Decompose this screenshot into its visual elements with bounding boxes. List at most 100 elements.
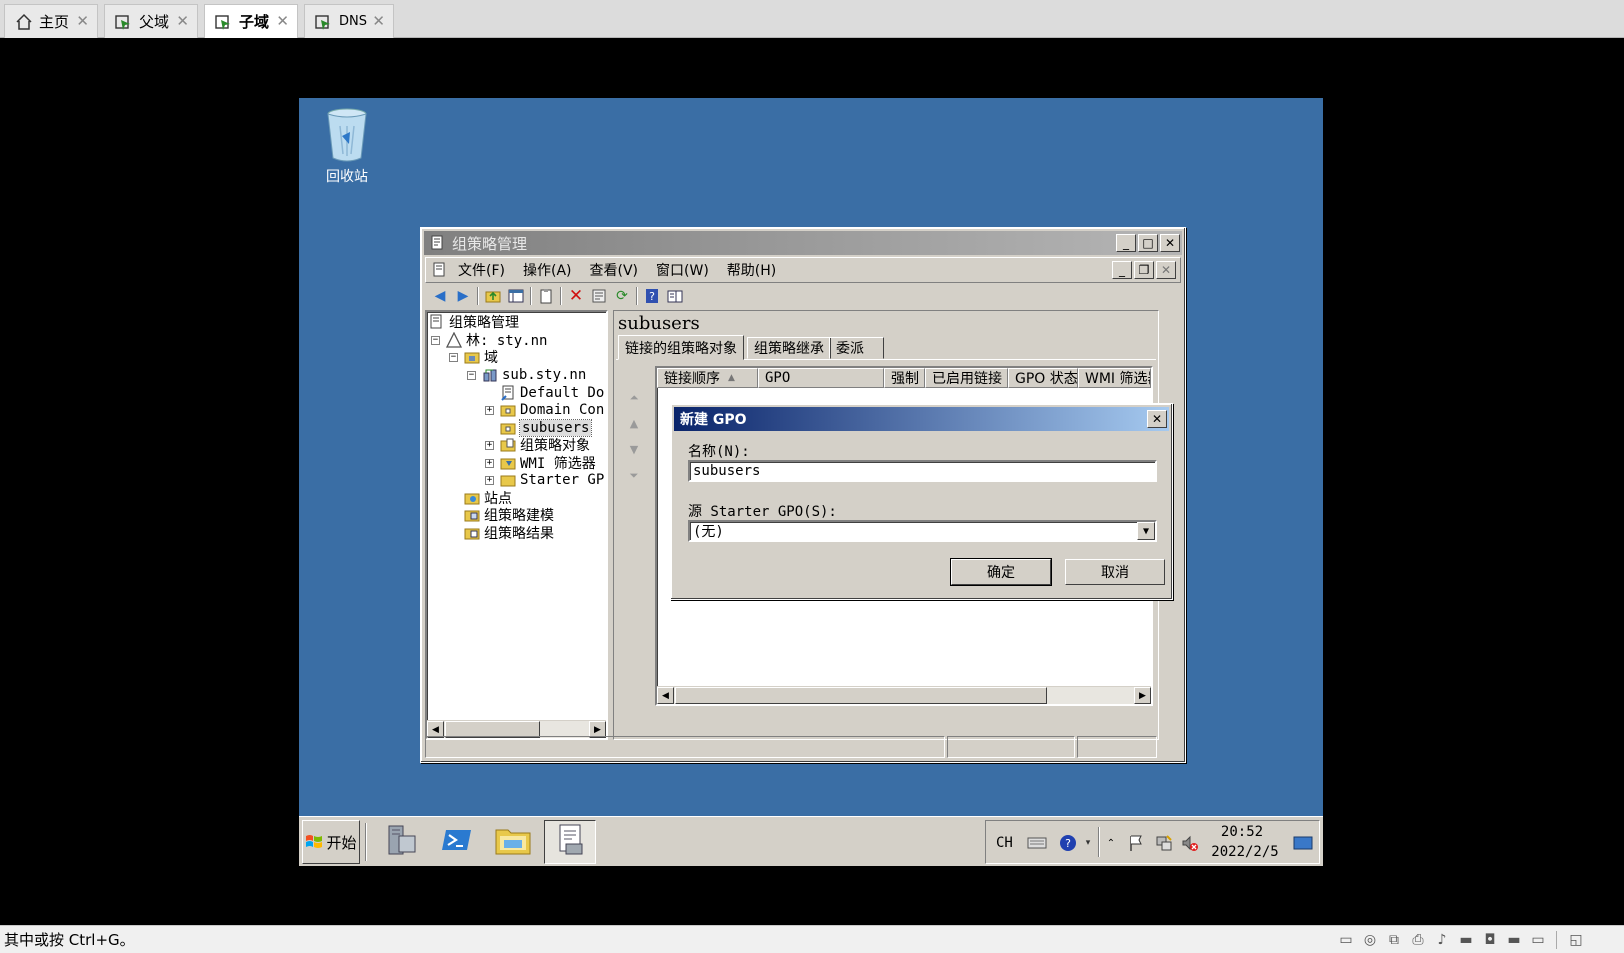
server-manager-app[interactable] <box>375 820 427 864</box>
tree-node-gpm-root[interactable]: 组策略管理 <box>429 313 519 331</box>
refresh-icon[interactable]: ⟳ <box>613 287 631 305</box>
collapse-icon[interactable]: − <box>431 335 440 345</box>
language-indicator[interactable]: CH <box>996 833 1013 853</box>
action-center-flag-icon[interactable] <box>1126 833 1146 853</box>
action-pane-icon[interactable] <box>666 287 684 305</box>
move-top-icon[interactable]: ⏶ <box>627 391 641 405</box>
menu-view[interactable]: 查看(V) <box>590 260 639 280</box>
close-icon[interactable]: ✕ <box>276 13 289 29</box>
move-down-icon[interactable]: ▼ <box>627 443 641 457</box>
menu-file[interactable]: 文件(F) <box>458 260 505 280</box>
close-icon[interactable]: ✕ <box>372 13 385 29</box>
show-hide-tree-icon[interactable] <box>507 287 525 305</box>
tab-linked-gpos[interactable]: 链接的组策略对象 <box>618 335 744 360</box>
explorer-app[interactable] <box>487 820 539 864</box>
menu-action[interactable]: 操作(A) <box>523 260 572 280</box>
mdi-minimize-button[interactable]: _ <box>1112 261 1132 279</box>
scroll-left-icon[interactable]: ◀ <box>657 687 674 704</box>
new-gpo-dialog[interactable]: 新建 GPO ✕ 名称(N): subusers 源 Starter GPO(S… <box>670 403 1173 600</box>
close-button[interactable]: ✕ <box>1160 234 1180 252</box>
network-adapter-icon[interactable]: ⧉ <box>1386 932 1402 948</box>
expand-icon[interactable]: + <box>485 440 494 450</box>
keyboard-icon[interactable] <box>1026 833 1048 853</box>
options-icon[interactable]: ▾ <box>1082 833 1094 853</box>
tree-node-starter-gpo[interactable]: + Starter GP( <box>485 471 606 489</box>
expand-icon[interactable]: + <box>485 475 494 485</box>
maximize-button[interactable]: □ <box>1138 234 1158 252</box>
move-up-icon[interactable]: ▲ <box>627 417 641 431</box>
tab-delegation[interactable]: 委派 <box>829 337 884 359</box>
message-log-icon[interactable]: ◱ <box>1568 932 1584 948</box>
hard-disk-icon[interactable]: ▭ <box>1338 932 1354 948</box>
tree-node-modeling[interactable]: 组策略建模 <box>464 506 554 524</box>
menu-help[interactable]: 帮助(H) <box>727 260 776 280</box>
start-button[interactable]: 开始 <box>302 820 360 864</box>
column-gpo-status[interactable]: GPO 状态 <box>1008 368 1078 388</box>
move-bottom-icon[interactable]: ⏷ <box>627 469 641 483</box>
tree-node-wmi-filters[interactable]: + WMI 筛选器 <box>485 454 596 472</box>
show-hidden-icons-icon[interactable]: ⌃ <box>1104 833 1118 853</box>
collapse-icon[interactable]: − <box>467 370 476 380</box>
column-link-order[interactable]: 链接顺序 ▲ <box>657 368 758 388</box>
expand-icon[interactable]: + <box>485 405 494 415</box>
sound-icon[interactable]: ♪ <box>1434 932 1450 948</box>
host-tab-child-domain[interactable]: 子域 ✕ <box>204 4 298 38</box>
source-starter-gpo-select[interactable]: (无) ▼ <box>688 520 1157 542</box>
mdi-close-button[interactable]: ✕ <box>1156 261 1176 279</box>
scroll-thumb[interactable] <box>675 687 1047 704</box>
powershell-app[interactable] <box>431 820 483 864</box>
column-gpo[interactable]: GPO <box>758 368 884 388</box>
scroll-right-icon[interactable]: ▶ <box>1134 687 1151 704</box>
back-icon[interactable]: ◀ <box>431 287 449 305</box>
printer-icon[interactable]: ⎙ <box>1410 932 1426 948</box>
collapse-icon[interactable]: − <box>449 352 458 362</box>
tree-node-results[interactable]: 组策略结果 <box>464 524 554 542</box>
tab-gp-inheritance[interactable]: 组策略继承 <box>747 337 831 359</box>
clipboard-icon[interactable] <box>537 287 555 305</box>
host-tab-home[interactable]: 主页 ✕ <box>4 4 98 38</box>
network-icon[interactable] <box>1154 833 1174 853</box>
cd-rom-icon[interactable]: ◎ <box>1362 932 1378 948</box>
menu-window[interactable]: 窗口(W) <box>656 260 709 280</box>
tree-node-domains[interactable]: − 域 <box>449 348 498 366</box>
gpo-name-input[interactable]: subusers <box>688 460 1157 482</box>
cancel-button[interactable]: 取消 <box>1065 559 1165 585</box>
properties-icon[interactable] <box>590 287 608 305</box>
recycle-bin[interactable]: 回收站 <box>319 106 375 186</box>
usb-device-icon[interactable]: ▬ <box>1458 932 1474 948</box>
vm-screen[interactable]: 回收站 组策略管理 _ □ ✕ 文件(F) 操作(A) 查看(V) 窗口(W) … <box>299 98 1323 866</box>
chevron-down-icon[interactable]: ▼ <box>1137 522 1155 540</box>
dialog-titlebar[interactable]: 新建 GPO ✕ <box>674 407 1169 431</box>
help-icon[interactable]: ? <box>1058 833 1078 853</box>
tree-node-domain-controllers[interactable]: + Domain Con <box>485 401 604 419</box>
column-wmi-filter[interactable]: WMI 筛选器 <box>1078 368 1151 388</box>
close-icon[interactable]: ✕ <box>176 13 189 29</box>
usb-printer-icon[interactable]: ▬ <box>1506 932 1522 948</box>
host-tab-parent-domain[interactable]: 父域 ✕ <box>104 4 198 38</box>
column-enforced[interactable]: 强制 <box>884 368 925 388</box>
list-horizontal-scrollbar[interactable]: ◀ ▶ <box>657 686 1151 704</box>
tree-node-default-policy[interactable]: Default Dor <box>500 384 606 402</box>
minimize-button[interactable]: _ <box>1116 234 1136 252</box>
volume-muted-icon[interactable] <box>1180 833 1200 853</box>
column-link-enabled[interactable]: 已启用链接 <box>925 368 1008 388</box>
clock-date[interactable]: 2022/2/5 <box>1211 843 1278 861</box>
host-tab-dns[interactable]: DNS ✕ <box>304 4 394 38</box>
help-icon[interactable]: ? <box>643 287 661 305</box>
expand-icon[interactable]: + <box>485 458 494 468</box>
close-icon[interactable]: ✕ <box>76 13 89 29</box>
tree-node-gpo-objects[interactable]: + 组策略对象 <box>485 436 590 454</box>
removable-device-icon[interactable]: ▭ <box>1530 932 1546 948</box>
gpm-titlebar[interactable]: 组策略管理 _ □ ✕ <box>424 231 1182 255</box>
clock-time[interactable]: 20:52 <box>1212 823 1272 841</box>
delete-icon[interactable]: ✕ <box>567 286 585 306</box>
gpm-app[interactable] <box>544 820 596 864</box>
camera-icon[interactable]: ◘ <box>1482 932 1498 948</box>
ok-button[interactable]: 确定 <box>950 558 1052 586</box>
mdi-restore-button[interactable]: ❐ <box>1134 261 1154 279</box>
show-desktop-icon[interactable] <box>1292 833 1314 853</box>
forward-icon[interactable]: ▶ <box>454 287 472 305</box>
up-folder-icon[interactable] <box>484 287 502 305</box>
console-tree[interactable]: 组策略管理 − 林: sty.nn − 域 − sub.sty.nn Defau… <box>425 310 608 740</box>
dialog-close-button[interactable]: ✕ <box>1147 410 1167 428</box>
